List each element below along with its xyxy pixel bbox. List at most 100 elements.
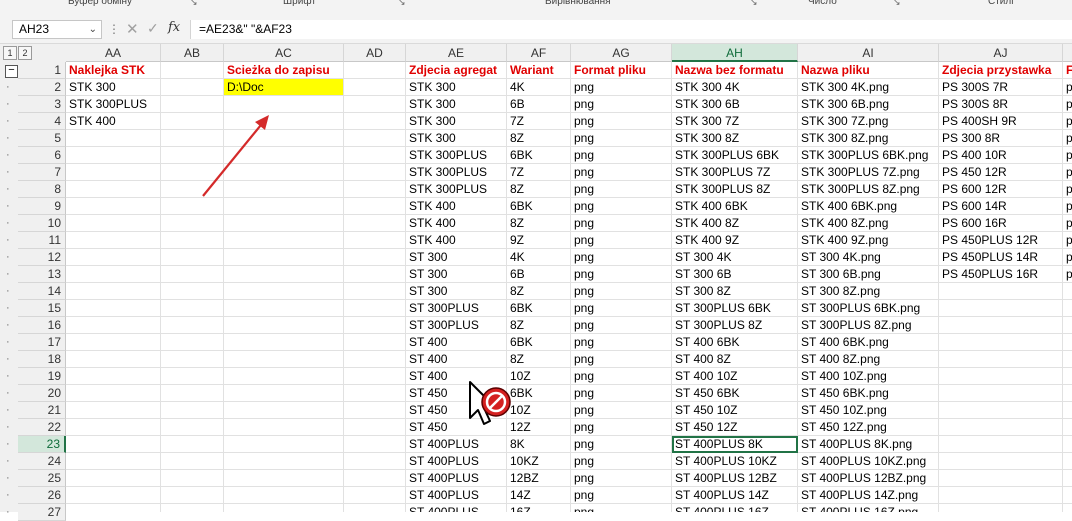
cell-aa10[interactable] [66, 215, 161, 232]
cell-ac22[interactable] [224, 419, 344, 436]
cell-ah24[interactable]: ST 400PLUS 10KZ [672, 453, 798, 470]
cell-aj15[interactable] [939, 300, 1063, 317]
cell-af6[interactable]: 6BK [507, 147, 571, 164]
cell-af1[interactable]: Wariant [507, 62, 571, 79]
cell-ah15[interactable]: ST 300PLUS 6BK [672, 300, 798, 317]
cell-ae15[interactable]: ST 300PLUS [406, 300, 507, 317]
cell-ad7[interactable] [344, 164, 406, 181]
cell-ak8[interactable]: p [1063, 181, 1072, 198]
cell-ak18[interactable] [1063, 351, 1072, 368]
cell-aj11[interactable]: PS 450PLUS 12R [939, 232, 1063, 249]
cell-ag10[interactable]: png [571, 215, 672, 232]
cell-ah14[interactable]: ST 300 8Z [672, 283, 798, 300]
cell-ak15[interactable] [1063, 300, 1072, 317]
row-header-24[interactable]: 24 [18, 453, 66, 470]
cell-ae25[interactable]: ST 400PLUS [406, 470, 507, 487]
cell-ad6[interactable] [344, 147, 406, 164]
cell-aj22[interactable] [939, 419, 1063, 436]
row-header-23[interactable]: 23 [18, 436, 66, 453]
cell-ai13[interactable]: ST 300 6B.png [798, 266, 939, 283]
cell-ac24[interactable] [224, 453, 344, 470]
cell-af3[interactable]: 6B [507, 96, 571, 113]
cell-ab11[interactable] [161, 232, 224, 249]
cell-ad17[interactable] [344, 334, 406, 351]
cell-ab26[interactable] [161, 487, 224, 504]
cell-ad26[interactable] [344, 487, 406, 504]
cell-aa16[interactable] [66, 317, 161, 334]
cell-ah20[interactable]: ST 450 6BK [672, 385, 798, 402]
cell-ad2[interactable] [344, 79, 406, 96]
cell-ae26[interactable]: ST 400PLUS [406, 487, 507, 504]
column-header-ag[interactable]: AG [571, 44, 672, 62]
cell-af23[interactable]: 8K [507, 436, 571, 453]
cell-aj9[interactable]: PS 600 14R [939, 198, 1063, 215]
cell-ah7[interactable]: STK 300PLUS 7Z [672, 164, 798, 181]
cell-aa3[interactable]: STK 300PLUS [66, 96, 161, 113]
column-header-partial[interactable] [1063, 44, 1072, 62]
cell-aa18[interactable] [66, 351, 161, 368]
cell-ai26[interactable]: ST 400PLUS 14Z.png [798, 487, 939, 504]
cell-ac2[interactable]: D:\Doc [224, 79, 344, 96]
cell-ac26[interactable] [224, 487, 344, 504]
cell-ah8[interactable]: STK 300PLUS 8Z [672, 181, 798, 198]
cell-ab10[interactable] [161, 215, 224, 232]
cell-ae6[interactable]: STK 300PLUS [406, 147, 507, 164]
cell-ag18[interactable]: png [571, 351, 672, 368]
confirm-icon[interactable]: ✓ [147, 20, 159, 37]
outline-level-1-button[interactable]: 1 [3, 46, 17, 60]
cell-aa22[interactable] [66, 419, 161, 436]
cell-ae13[interactable]: ST 300 [406, 266, 507, 283]
cell-ai5[interactable]: STK 300 8Z.png [798, 130, 939, 147]
cell-ah10[interactable]: STK 400 8Z [672, 215, 798, 232]
cell-ak24[interactable] [1063, 453, 1072, 470]
cell-ai20[interactable]: ST 450 6BK.png [798, 385, 939, 402]
cell-aj19[interactable] [939, 368, 1063, 385]
cell-ag11[interactable]: png [571, 232, 672, 249]
cell-aj13[interactable]: PS 450PLUS 16R [939, 266, 1063, 283]
cell-ag26[interactable]: png [571, 487, 672, 504]
cell-ac23[interactable] [224, 436, 344, 453]
cell-ad19[interactable] [344, 368, 406, 385]
cell-ai22[interactable]: ST 450 12Z.png [798, 419, 939, 436]
dialog-launcher-icon[interactable]: ↘ [750, 0, 758, 7]
cell-ag6[interactable]: png [571, 147, 672, 164]
cell-ah26[interactable]: ST 400PLUS 14Z [672, 487, 798, 504]
row-header-9[interactable]: 9 [18, 198, 66, 215]
cell-aa6[interactable] [66, 147, 161, 164]
cell-ah1[interactable]: Nazwa bez formatu [672, 62, 798, 79]
cell-ag25[interactable]: png [571, 470, 672, 487]
cell-ad12[interactable] [344, 249, 406, 266]
formula-input[interactable]: =AE23&" "&AF23 [190, 20, 1072, 39]
cell-ad4[interactable] [344, 113, 406, 130]
column-header-af[interactable]: AF [507, 44, 571, 62]
cell-ac25[interactable] [224, 470, 344, 487]
cell-ac13[interactable] [224, 266, 344, 283]
cell-ai7[interactable]: STK 300PLUS 7Z.png [798, 164, 939, 181]
cell-ak20[interactable] [1063, 385, 1072, 402]
cell-ak5[interactable]: p [1063, 130, 1072, 147]
cell-aa12[interactable] [66, 249, 161, 266]
cell-ak27[interactable] [1063, 504, 1072, 512]
column-header-ad[interactable]: AD [344, 44, 406, 62]
cell-ag8[interactable]: png [571, 181, 672, 198]
cell-aa25[interactable] [66, 470, 161, 487]
row-header-13[interactable]: 13 [18, 266, 66, 283]
cell-ah4[interactable]: STK 300 7Z [672, 113, 798, 130]
cell-af10[interactable]: 8Z [507, 215, 571, 232]
cell-ab27[interactable] [161, 504, 224, 512]
row-header-14[interactable]: 14 [18, 283, 66, 300]
cell-ai15[interactable]: ST 300PLUS 6BK.png [798, 300, 939, 317]
cell-ah16[interactable]: ST 300PLUS 8Z [672, 317, 798, 334]
row-header-16[interactable]: 16 [18, 317, 66, 334]
cell-ak22[interactable] [1063, 419, 1072, 436]
cell-ah18[interactable]: ST 400 8Z [672, 351, 798, 368]
cell-ab21[interactable] [161, 402, 224, 419]
cell-ak21[interactable] [1063, 402, 1072, 419]
cell-ag3[interactable]: png [571, 96, 672, 113]
cell-af26[interactable]: 14Z [507, 487, 571, 504]
cell-ag15[interactable]: png [571, 300, 672, 317]
collapse-group-button[interactable]: − [5, 65, 18, 78]
name-box[interactable]: AH23 ⌄ [12, 20, 102, 39]
cell-ab19[interactable] [161, 368, 224, 385]
cell-ae18[interactable]: ST 400 [406, 351, 507, 368]
